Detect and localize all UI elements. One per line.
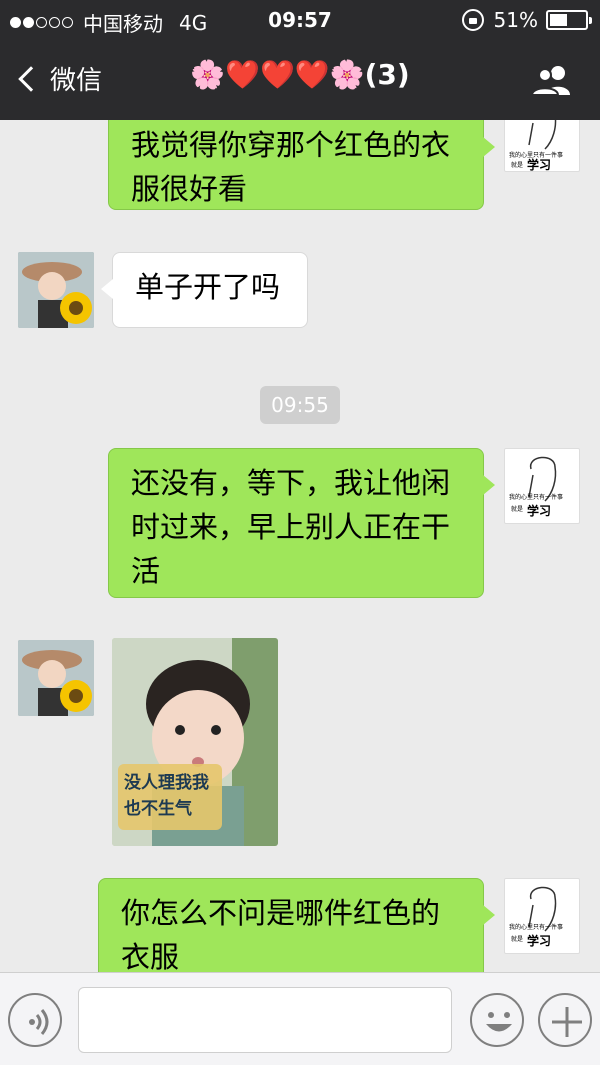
battery-percent: 51% [493,8,538,32]
sticker-photo: 没人理我我 也不生气 [112,638,278,846]
svg-text:就是: 就是 [511,161,523,169]
svg-text:我的心里只有一件事: 我的心里只有一件事 [509,493,563,501]
friend-photo [18,252,94,328]
svg-text:学习: 学习 [527,933,551,948]
svg-text:就是: 就是 [511,935,523,943]
chat-area[interactable]: 我觉得你穿那个红色的衣服很好看 我的心里只有一件事 就是 学习 单子开了吗 09… [0,120,600,972]
friend-photo [18,640,94,716]
navigation-bar: 微信 🌸❤️❤️❤️🌸(3) [0,40,600,120]
friend-avatar[interactable] [18,640,94,716]
svg-text:我的心里只有一件事: 我的心里只有一件事 [509,923,563,931]
sticker-image[interactable]: 没人理我我 也不生气 [112,638,278,846]
group-members-icon[interactable] [530,64,576,96]
message-text: 你怎么不问是哪件红色的衣服 [121,896,441,972]
message-input-bar [0,972,600,1065]
sticker-avatar-icon: 我的心里只有一件事 就是 学习 [509,120,563,172]
svg-text:也不生气: 也不生气 [124,798,192,819]
sent-message-bubble[interactable]: 我觉得你穿那个红色的衣服很好看 [108,120,495,210]
svg-text:学习: 学习 [527,503,551,518]
orientation-lock-icon [461,9,484,31]
chat-title: 🌸❤️❤️❤️🌸(3) [190,58,410,91]
message-input[interactable] [78,987,452,1053]
my-avatar[interactable]: 我的心里只有一件事 就是 学习 [504,120,580,172]
svg-text:就是: 就是 [511,505,523,513]
my-avatar[interactable]: 我的心里只有一件事 就是 学习 [504,448,580,524]
status-bar: 中国移动 4G 09:57 51% [0,0,600,40]
voice-icon [29,1009,49,1035]
svg-text:没人理我我: 没人理我我 [124,773,209,793]
message-text: 还没有，等下，我让他闲时过来，早上别人正在干活 [131,466,451,588]
received-message-bubble[interactable]: 单子开了吗 [101,252,308,328]
battery-fill [550,14,567,26]
friend-avatar[interactable] [18,252,94,328]
emoji-icon [486,1012,512,1032]
header: 中国移动 4G 09:57 51% 微信 🌸❤️❤️❤️🌸(3) [0,0,600,120]
sent-message-bubble[interactable]: 还没有，等下，我让他闲时过来，早上别人正在干活 [108,448,495,598]
battery-icon [546,10,592,30]
svg-text:学习: 学习 [527,157,551,172]
more-button[interactable] [538,993,592,1047]
message-text: 单子开了吗 [135,270,281,304]
my-avatar[interactable]: 我的心里只有一件事 就是 学习 [504,878,580,954]
message-text: 我觉得你穿那个红色的衣服很好看 [131,128,451,206]
sticker-avatar-icon: 我的心里只有一件事 就是 学习 [509,886,563,948]
emoji-button[interactable] [470,993,524,1047]
voice-input-button[interactable] [8,993,62,1047]
plus-icon [552,1007,582,1037]
sent-message-bubble[interactable]: 你怎么不问是哪件红色的衣服 [98,878,495,972]
sticker-avatar-icon: 我的心里只有一件事 就是 学习 [509,456,563,518]
message-timestamp: 09:55 [260,386,340,424]
status-right: 51% [461,8,592,32]
